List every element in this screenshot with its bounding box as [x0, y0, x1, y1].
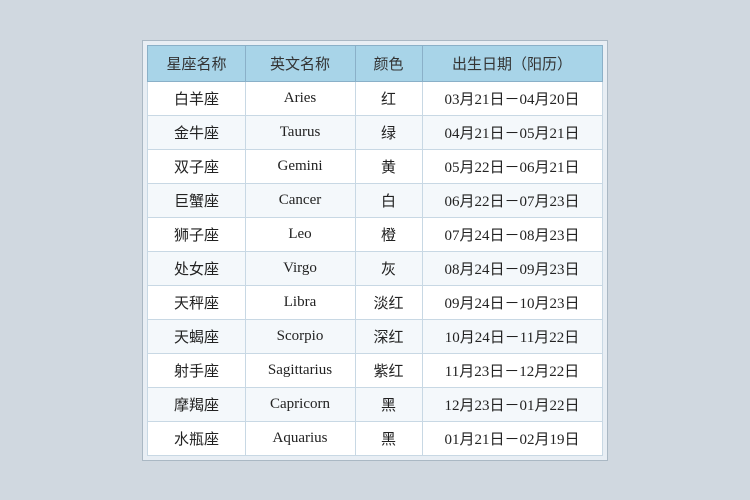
table-cell: 05月22日－06月21日	[422, 149, 602, 183]
table-cell: Libra	[245, 285, 355, 319]
table-cell: 双子座	[148, 149, 245, 183]
table-cell: Taurus	[245, 115, 355, 149]
table-cell: 07月24日－08月23日	[422, 217, 602, 251]
table-cell: 10月24日－11月22日	[422, 319, 602, 353]
table-cell: 黄	[355, 149, 422, 183]
table-cell: Leo	[245, 217, 355, 251]
table-row: 白羊座Aries红03月21日－04月20日	[148, 81, 602, 115]
table-cell: 黑	[355, 421, 422, 455]
table-row: 双子座Gemini黄05月22日－06月21日	[148, 149, 602, 183]
table-cell: 摩羯座	[148, 387, 245, 421]
table-cell: Cancer	[245, 183, 355, 217]
table-cell: 巨蟹座	[148, 183, 245, 217]
table-cell: 深红	[355, 319, 422, 353]
table-cell: Virgo	[245, 251, 355, 285]
table-cell: 紫红	[355, 353, 422, 387]
table-cell: Capricorn	[245, 387, 355, 421]
table-cell: 01月21日－02月19日	[422, 421, 602, 455]
table-cell: 射手座	[148, 353, 245, 387]
table-cell: Gemini	[245, 149, 355, 183]
table-row: 天秤座Libra淡红09月24日－10月23日	[148, 285, 602, 319]
table-body: 白羊座Aries红03月21日－04月20日金牛座Taurus绿04月21日－0…	[148, 81, 602, 455]
table-cell: Scorpio	[245, 319, 355, 353]
table-cell: Aries	[245, 81, 355, 115]
table-cell: 淡红	[355, 285, 422, 319]
table-cell: 狮子座	[148, 217, 245, 251]
table-cell: 03月21日－04月20日	[422, 81, 602, 115]
table-cell: 金牛座	[148, 115, 245, 149]
table-row: 天蝎座Scorpio深红10月24日－11月22日	[148, 319, 602, 353]
table-cell: 天蝎座	[148, 319, 245, 353]
table-cell: 黑	[355, 387, 422, 421]
zodiac-table: 星座名称 英文名称 颜色 出生日期（阳历） 白羊座Aries红03月21日－04…	[147, 45, 602, 456]
table-cell: 白羊座	[148, 81, 245, 115]
table-cell: 橙	[355, 217, 422, 251]
table-cell: 红	[355, 81, 422, 115]
table-row: 水瓶座Aquarius黑01月21日－02月19日	[148, 421, 602, 455]
table-cell: 12月23日－01月22日	[422, 387, 602, 421]
table-cell: 06月22日－07月23日	[422, 183, 602, 217]
header-zh-name: 星座名称	[148, 45, 245, 81]
table-row: 处女座Virgo灰08月24日－09月23日	[148, 251, 602, 285]
table-cell: 绿	[355, 115, 422, 149]
table-cell: 灰	[355, 251, 422, 285]
table-cell: 处女座	[148, 251, 245, 285]
table-row: 狮子座Leo橙07月24日－08月23日	[148, 217, 602, 251]
table-cell: 水瓶座	[148, 421, 245, 455]
table-cell: 11月23日－12月22日	[422, 353, 602, 387]
header-color: 颜色	[355, 45, 422, 81]
table-cell: 04月21日－05月21日	[422, 115, 602, 149]
table-cell: 白	[355, 183, 422, 217]
table-row: 射手座Sagittarius紫红11月23日－12月22日	[148, 353, 602, 387]
table-row: 金牛座Taurus绿04月21日－05月21日	[148, 115, 602, 149]
table-row: 摩羯座Capricorn黑12月23日－01月22日	[148, 387, 602, 421]
table-row: 巨蟹座Cancer白06月22日－07月23日	[148, 183, 602, 217]
table-header-row: 星座名称 英文名称 颜色 出生日期（阳历）	[148, 45, 602, 81]
header-date: 出生日期（阳历）	[422, 45, 602, 81]
table-cell: Aquarius	[245, 421, 355, 455]
header-en-name: 英文名称	[245, 45, 355, 81]
table-cell: 09月24日－10月23日	[422, 285, 602, 319]
table-cell: 08月24日－09月23日	[422, 251, 602, 285]
zodiac-table-container: 星座名称 英文名称 颜色 出生日期（阳历） 白羊座Aries红03月21日－04…	[142, 40, 607, 461]
table-cell: Sagittarius	[245, 353, 355, 387]
table-cell: 天秤座	[148, 285, 245, 319]
